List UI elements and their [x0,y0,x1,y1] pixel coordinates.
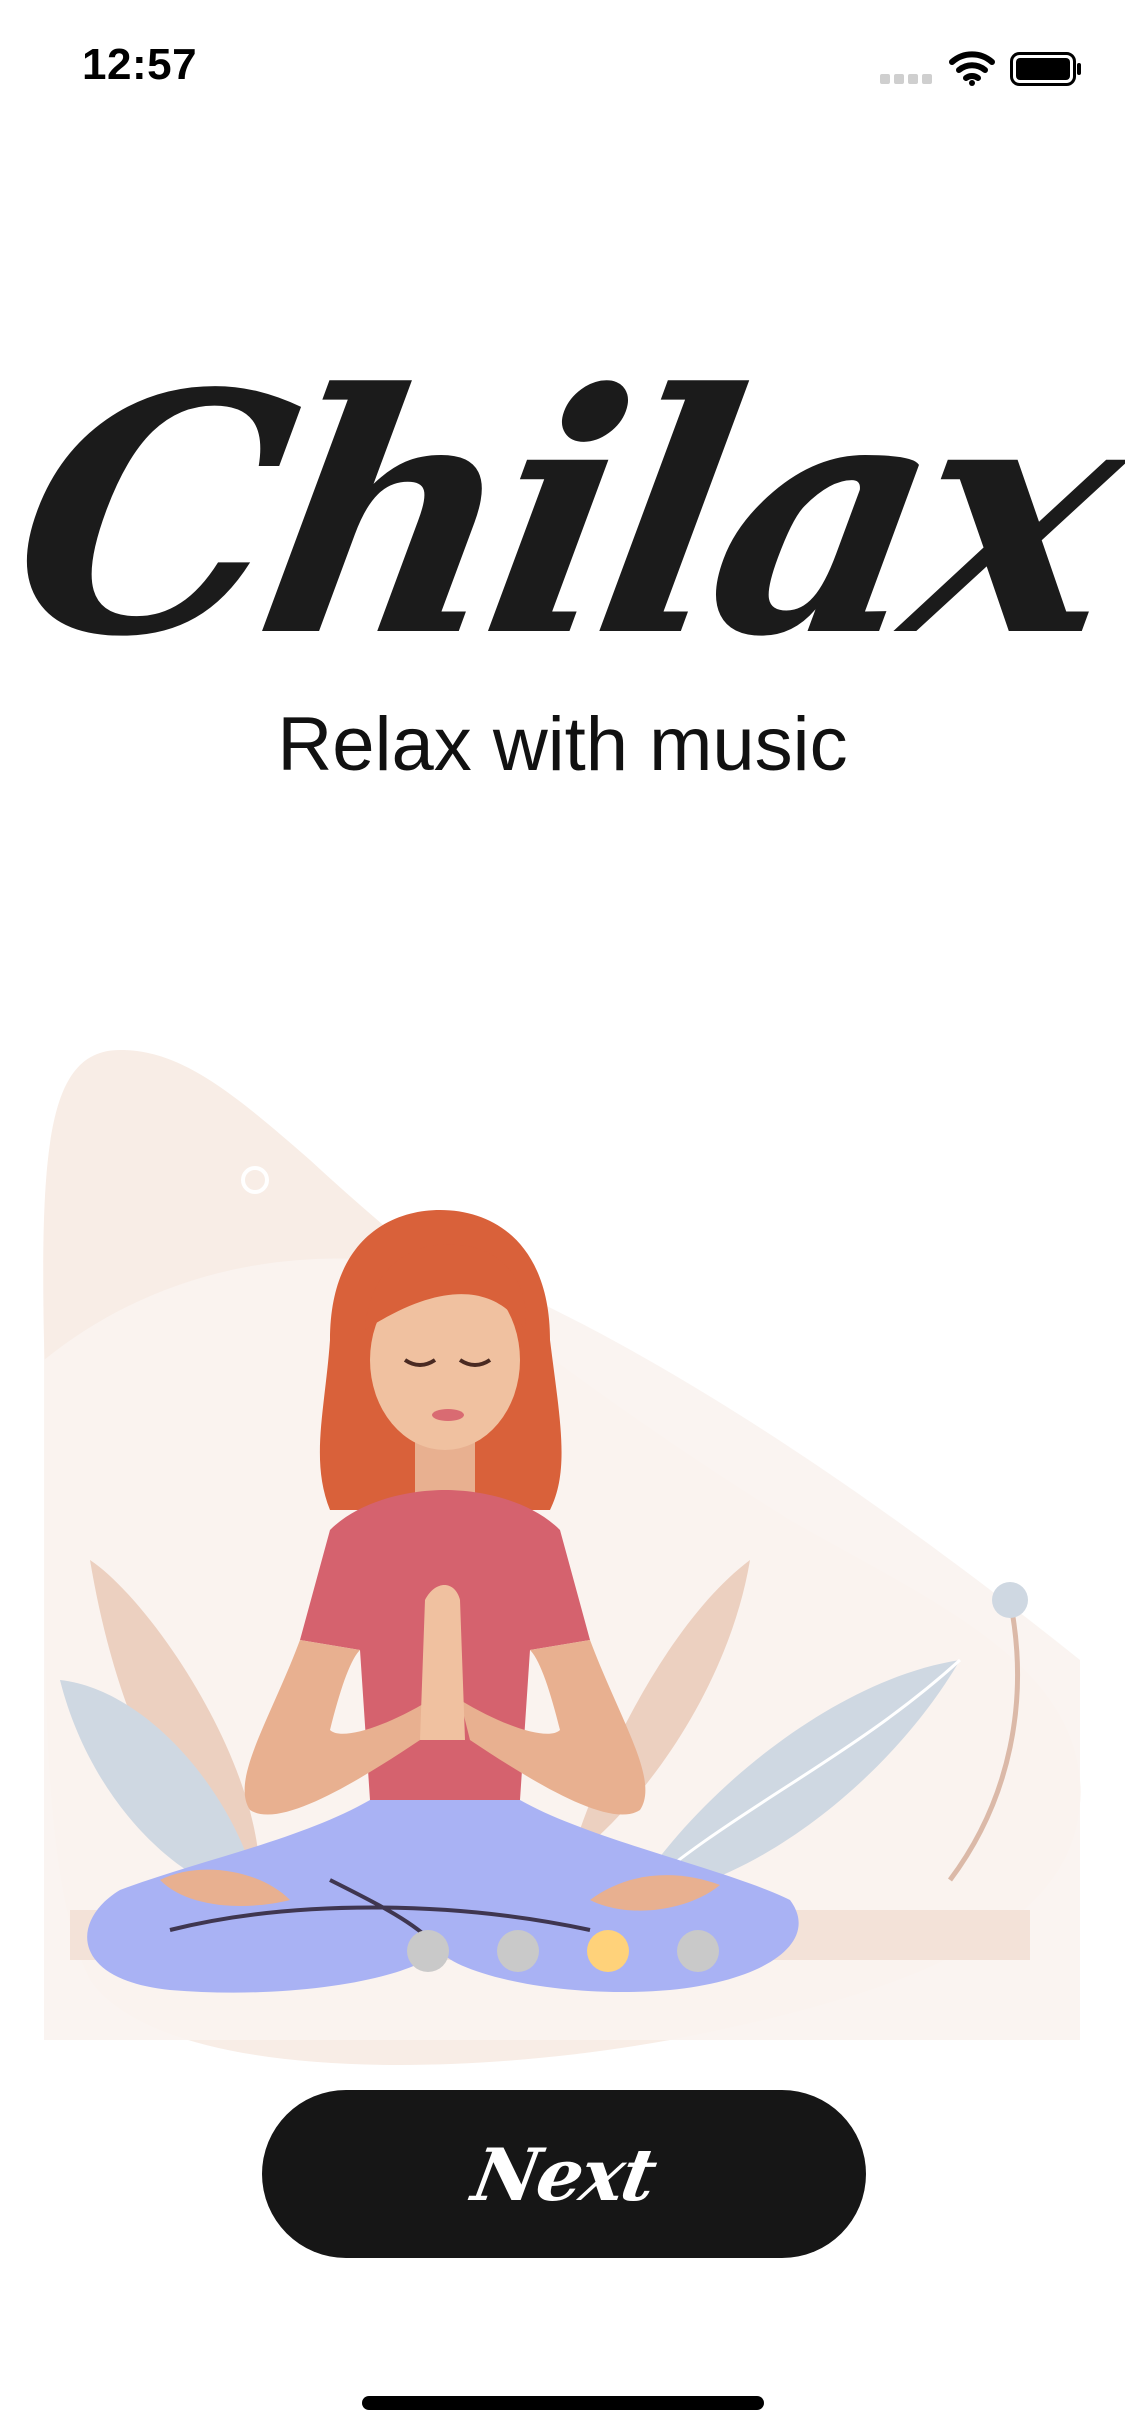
home-indicator[interactable] [362,2396,764,2410]
brand-header: Chilax [0,321,1125,709]
app-logo: Chilax [0,321,1125,709]
pager-dot[interactable] [496,1930,539,1972]
status-time: 12:57 [82,40,198,89]
status-bar: 12:57 [0,0,1125,135]
pager-dot[interactable] [676,1930,719,1972]
next-button-label: Next [466,2131,662,2217]
battery-icon [1010,52,1081,86]
pager-dot-active[interactable] [586,1930,629,1972]
wifi-icon [949,51,995,86]
signal-icon [880,74,932,84]
next-button[interactable]: Next [262,2090,866,2258]
pager-dot[interactable] [406,1930,449,1972]
meditation-illustration [30,1040,1090,2080]
page-indicator [0,1930,1125,1974]
tagline: Relax with music [277,702,848,787]
